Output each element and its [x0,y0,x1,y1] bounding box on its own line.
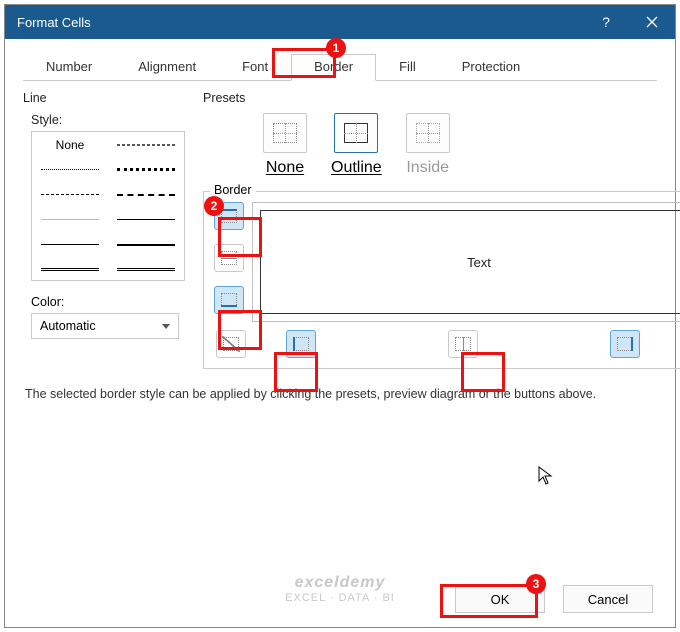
close-icon [646,16,658,28]
tabstrip: Number Alignment Font Border Fill Protec… [23,53,657,81]
border-top-button[interactable] [214,202,244,230]
style-opt[interactable] [32,232,108,257]
dialog-body: Number Alignment Font Border Fill Protec… [5,39,675,401]
border-preview[interactable]: Text [252,202,680,322]
style-none[interactable]: None [32,132,108,157]
preset-none-label: None [266,159,304,177]
color-dropdown[interactable]: Automatic [31,313,179,339]
tab-font[interactable]: Font [219,54,291,81]
dialog-window: Format Cells ? Number Alignment Font Bor… [4,4,676,628]
titlebar: Format Cells ? [5,5,675,39]
style-opt[interactable] [108,232,184,257]
window-title: Format Cells [17,15,91,30]
cancel-button[interactable]: Cancel [563,585,653,613]
tab-number[interactable]: Number [23,54,115,81]
style-opt[interactable] [32,182,108,207]
border-left-button[interactable] [286,330,316,358]
style-opt[interactable] [108,182,184,207]
border-mid-v-button[interactable] [448,330,478,358]
border-mid-h-button[interactable] [214,244,244,272]
border-right-button[interactable] [610,330,640,358]
watermark: exceldemy EXCEL · DATA · BI [285,573,395,605]
style-opt[interactable] [108,257,184,282]
style-opt[interactable] [108,132,184,157]
tab-border[interactable]: Border [291,54,376,81]
line-style-picker[interactable]: None [31,131,185,281]
close-button[interactable] [629,5,675,39]
hint-text: The selected border style can be applied… [25,387,655,401]
preset-inside-label: Inside [406,159,449,177]
color-value: Automatic [40,319,96,333]
style-opt[interactable] [108,207,184,232]
preset-outline[interactable]: Outline [331,113,382,177]
style-opt[interactable] [32,157,108,182]
preset-outline-label: Outline [331,159,382,177]
preview-text: Text [467,255,491,270]
style-opt[interactable] [32,257,108,282]
preset-none[interactable]: None [263,113,307,177]
line-group-label: Line [23,91,185,105]
border-bottom-button[interactable] [214,286,244,314]
tab-fill[interactable]: Fill [376,54,439,81]
border-diag-up-button[interactable] [216,330,246,358]
color-label: Color: [31,295,185,309]
style-opt[interactable] [32,207,108,232]
preset-inside[interactable]: Inside [406,113,450,177]
tab-protection[interactable]: Protection [439,54,544,81]
tab-alignment[interactable]: Alignment [115,54,219,81]
help-button[interactable]: ? [583,5,629,39]
presets-group-label: Presets [203,91,680,105]
style-opt[interactable] [108,157,184,182]
ok-button[interactable]: OK [455,585,545,613]
border-group-label: Border [210,183,256,197]
footer: OK Cancel [455,585,653,613]
style-label: Style: [31,113,185,127]
chevron-down-icon [162,324,170,329]
border-group: Border Text [203,191,680,369]
